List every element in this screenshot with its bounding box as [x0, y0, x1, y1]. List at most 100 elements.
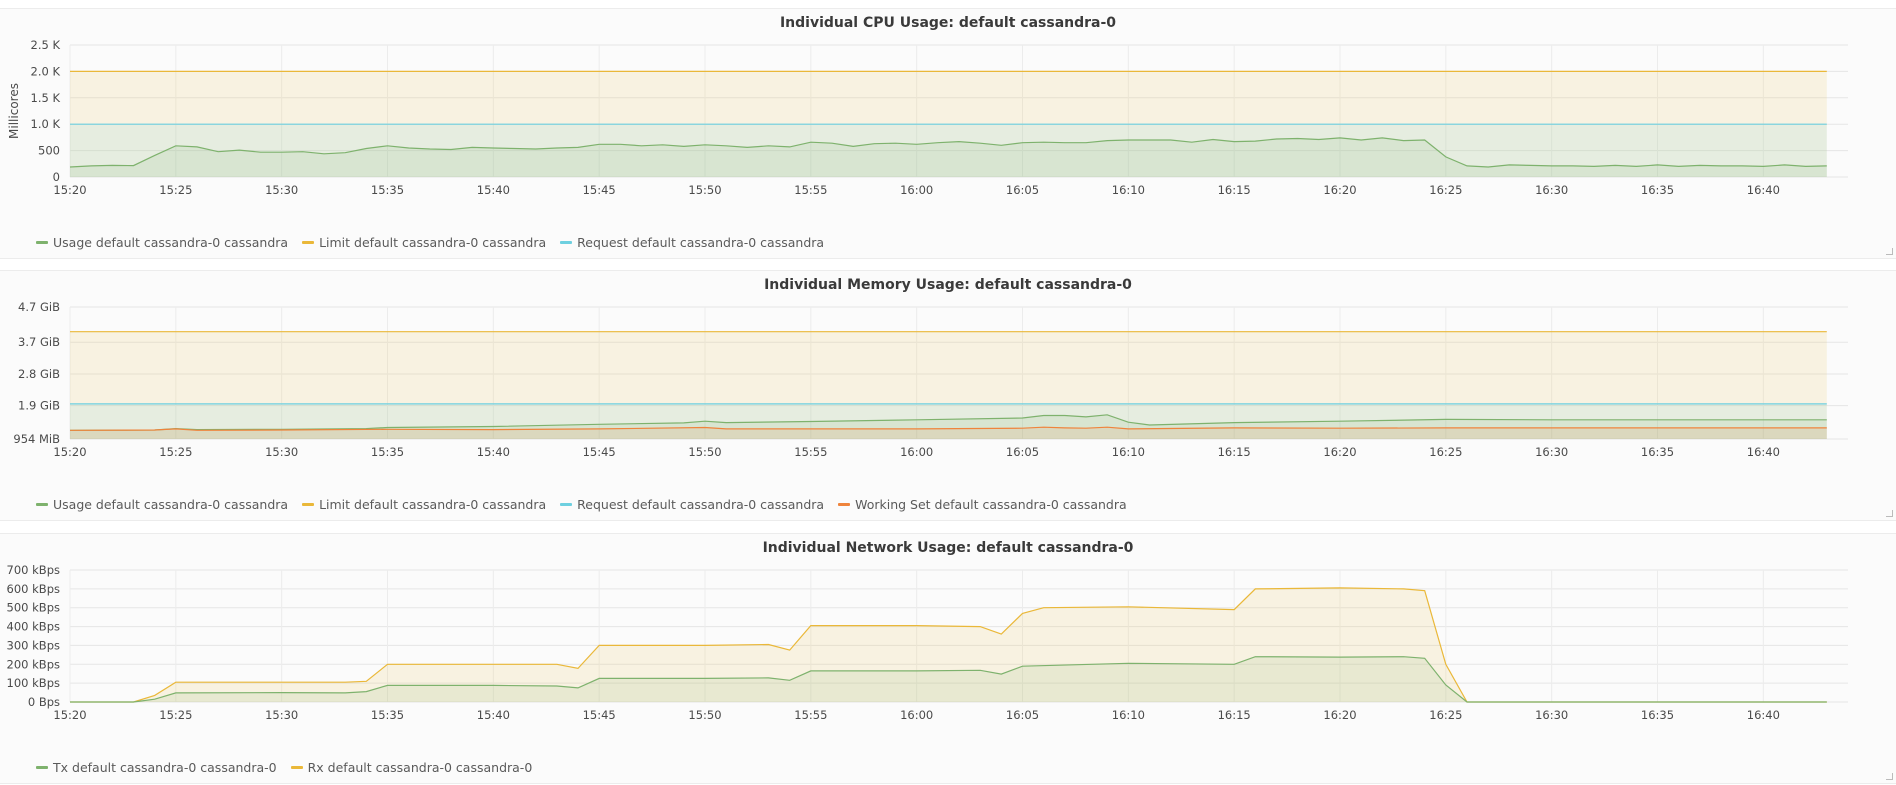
- y-tick-label: 400 kBps: [7, 620, 60, 634]
- x-tick-label: 15:30: [265, 445, 298, 459]
- legend-swatch: [36, 766, 48, 769]
- x-tick-label: 16:40: [1747, 183, 1780, 197]
- x-tick-label: 15:20: [53, 183, 86, 197]
- x-tick-label: 16:30: [1535, 183, 1568, 197]
- x-tick-label: 15:40: [477, 445, 510, 459]
- legend-item-mem-usage[interactable]: Usage default cassandra-0 cassandra: [36, 497, 288, 512]
- legend-swatch: [838, 503, 851, 506]
- x-tick-label: 15:25: [159, 708, 192, 722]
- x-tick-label: 15:40: [477, 183, 510, 197]
- x-tick-label: 15:20: [53, 445, 86, 459]
- y-tick-label: 100 kBps: [7, 676, 60, 690]
- y-tick-label: 2.0 K: [31, 64, 61, 78]
- y-axis-title: Millicores: [7, 83, 21, 139]
- x-tick-label: 15:50: [688, 183, 721, 197]
- x-tick-label: 15:25: [159, 183, 192, 197]
- legend-swatch: [302, 503, 315, 506]
- x-tick-label: 16:10: [1112, 183, 1145, 197]
- x-tick-label: 16:10: [1112, 708, 1145, 722]
- legend-label: Tx default cassandra-0 cassandra-0: [53, 760, 277, 775]
- legend-swatch: [302, 241, 315, 244]
- legend-item-mem-working-set[interactable]: Working Set default cassandra-0 cassandr…: [838, 497, 1127, 512]
- x-tick-label: 15:55: [794, 445, 827, 459]
- x-tick-label: 15:30: [265, 183, 298, 197]
- y-tick-label: 4.7 GiB: [18, 300, 60, 314]
- network-legend: Tx default cassandra-0 cassandra-0 Rx de…: [36, 760, 532, 775]
- y-tick-label: 600 kBps: [7, 582, 60, 596]
- legend-swatch: [560, 503, 573, 506]
- legend-item-cpu-request[interactable]: Request default cassandra-0 cassandra: [560, 235, 824, 250]
- cpu-legend: Usage default cassandra-0 cassandra Limi…: [36, 235, 824, 250]
- legend-label: Usage default cassandra-0 cassandra: [53, 235, 289, 250]
- y-tick-label: 0: [53, 170, 60, 184]
- x-tick-label: 16:15: [1218, 183, 1251, 197]
- y-tick-label: 954 MiB: [13, 432, 60, 446]
- x-tick-label: 15:45: [583, 445, 616, 459]
- y-tick-label: 700 kBps: [7, 563, 60, 577]
- panel-resize-handle[interactable]: [1886, 248, 1893, 255]
- y-tick-label: 1.0 K: [31, 117, 61, 131]
- x-tick-label: 15:45: [583, 708, 616, 722]
- x-tick-label: 15:50: [688, 445, 721, 459]
- panel-resize-handle[interactable]: [1886, 510, 1893, 517]
- x-tick-label: 15:20: [53, 708, 86, 722]
- network-chart-svg[interactable]: 0 Bps 100 kBps 200 kBps 300 kBps 400 kBps 500…: [0, 534, 1896, 785]
- legend-label: Request default cassandra-0 cassandra: [577, 497, 825, 512]
- x-tick-label: 16:25: [1429, 183, 1462, 197]
- x-tick-label: 16:35: [1641, 183, 1674, 197]
- x-tick-label: 16:10: [1112, 445, 1145, 459]
- legend-label: Limit default cassandra-0 cassandra: [319, 235, 547, 250]
- y-tick-label: 500 kBps: [7, 601, 60, 615]
- x-tick-label: 15:25: [159, 445, 192, 459]
- x-tick-label: 15:35: [371, 183, 404, 197]
- y-tick-label: 2.5 K: [31, 38, 61, 52]
- x-tick-label: 16:20: [1323, 183, 1356, 197]
- y-tick-label: 1.5 K: [31, 91, 61, 105]
- x-tick-label: 16:15: [1218, 445, 1251, 459]
- x-tick-label: 16:40: [1747, 708, 1780, 722]
- legend-item-cpu-usage[interactable]: Usage default cassandra-0 cassandra: [36, 235, 288, 250]
- x-tick-label: 15:50: [688, 708, 721, 722]
- x-tick-label: 15:55: [794, 183, 827, 197]
- x-tick-label: 15:30: [265, 708, 298, 722]
- x-tick-label: 16:35: [1641, 708, 1674, 722]
- legend-item-mem-request[interactable]: Request default cassandra-0 cassandra: [560, 497, 824, 512]
- x-tick-label: 16:05: [1006, 183, 1039, 197]
- y-tick-label: 500: [38, 144, 60, 158]
- legend-item-net-tx[interactable]: Tx default cassandra-0 cassandra-0: [36, 760, 277, 775]
- y-tick-label: 0 Bps: [28, 695, 60, 709]
- x-tick-label: 15:35: [371, 708, 404, 722]
- x-tick-label: 16:25: [1429, 445, 1462, 459]
- x-tick-label: 16:15: [1218, 708, 1251, 722]
- network-usage-panel: Individual Network Usage: default cassan…: [0, 533, 1896, 784]
- legend-label: Request default cassandra-0 cassandra: [577, 235, 825, 250]
- x-tick-label: 16:40: [1747, 445, 1780, 459]
- x-tick-label: 16:00: [900, 183, 933, 197]
- legend-swatch: [560, 241, 573, 244]
- legend-label: Rx default cassandra-0 cassandra-0: [307, 760, 533, 775]
- x-tick-label: 16:30: [1535, 708, 1568, 722]
- cpu-usage-panel: Individual CPU Usage: default cassandra-…: [0, 8, 1896, 259]
- memory-usage-panel: Individual Memory Usage: default cassand…: [0, 270, 1896, 521]
- legend-swatch: [36, 241, 48, 244]
- x-tick-label: 16:05: [1006, 708, 1039, 722]
- x-tick-label: 15:35: [371, 445, 404, 459]
- cpu-chart-svg[interactable]: 0 500 1.0 K 1.5 K 2.0 K 2.5 K 15:20 15:25 15:30 1…: [0, 9, 1896, 260]
- x-tick-label: 16:20: [1323, 708, 1356, 722]
- legend-item-mem-limit[interactable]: Limit default cassandra-0 cassandra: [302, 497, 546, 512]
- legend-item-cpu-limit[interactable]: Limit default cassandra-0 cassandra: [302, 235, 546, 250]
- y-tick-label: 200 kBps: [7, 657, 60, 671]
- x-tick-label: 16:30: [1535, 445, 1568, 459]
- legend-item-net-rx[interactable]: Rx default cassandra-0 cassandra-0: [290, 760, 533, 775]
- y-tick-label: 300 kBps: [7, 638, 60, 652]
- panel-resize-handle[interactable]: [1886, 773, 1893, 780]
- x-tick-label: 15:45: [583, 183, 616, 197]
- y-tick-label: 1.9 GiB: [18, 399, 60, 413]
- x-tick-label: 16:00: [900, 708, 933, 722]
- x-tick-label: 16:05: [1006, 445, 1039, 459]
- x-tick-label: 16:20: [1323, 445, 1356, 459]
- memory-legend: Usage default cassandra-0 cassandra Limi…: [36, 497, 1127, 512]
- x-tick-label: 15:55: [794, 708, 827, 722]
- x-tick-label: 15:40: [477, 708, 510, 722]
- memory-chart-svg[interactable]: 954 MiB 1.9 GiB 2.8 GiB 3.7 GiB 4.7 GiB 15:20…: [0, 271, 1896, 522]
